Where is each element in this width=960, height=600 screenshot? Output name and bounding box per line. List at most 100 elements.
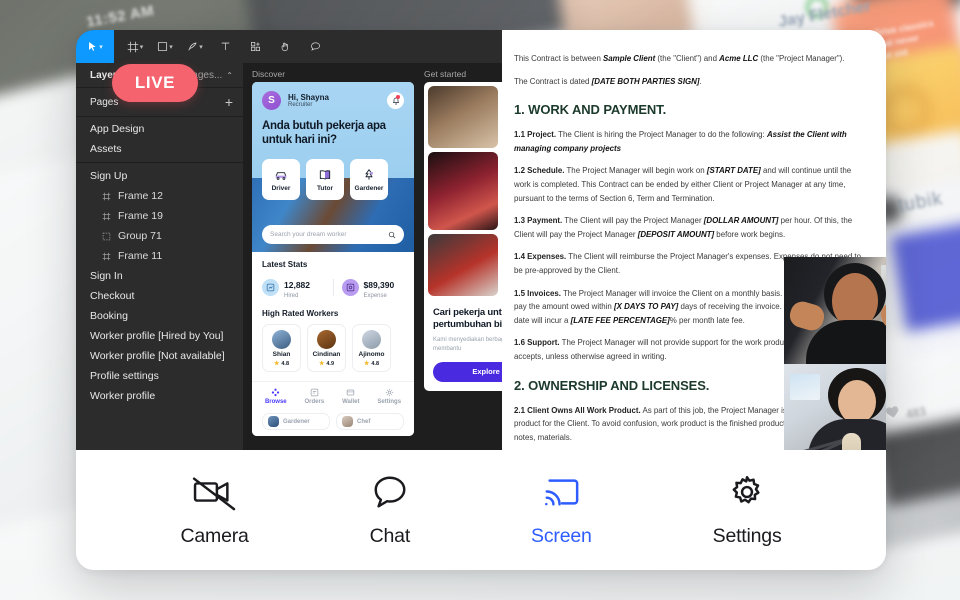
star-icon: ★	[273, 361, 280, 367]
chart-icon	[262, 278, 279, 296]
layer-label: Worker profile [Not available]	[90, 350, 225, 362]
get-started-card: Cari pekerja untuk pertumbuhan bisnis Ka…	[424, 300, 502, 391]
comment-tool-button[interactable]	[300, 30, 330, 63]
doc-intro-parties: This Contract is between Sample Client (…	[514, 54, 845, 63]
nav-label: Wallet	[342, 399, 360, 405]
layer-label: Booking	[90, 310, 128, 322]
worker-rating: ★ 4.9	[318, 360, 335, 368]
components-tool-button[interactable]	[240, 30, 270, 63]
stat-hired: 12,882 Hired	[262, 275, 325, 299]
mobile-mockup-get-started[interactable]: Cari pekerja untuk pertumbuhan bisnis Ka…	[424, 82, 502, 391]
list-item[interactable]: Frame 12	[76, 186, 243, 206]
page-name: Pages	[90, 96, 119, 108]
list-item[interactable]: Profile settings	[76, 366, 243, 386]
grid-image	[428, 86, 498, 148]
category-label: Driver	[271, 184, 291, 192]
layer-label: Frame 12	[118, 190, 163, 202]
avatar	[342, 416, 353, 427]
screen-share-button[interactable]: Screen	[531, 473, 592, 548]
nav-item-settings[interactable]: Settings	[377, 388, 401, 405]
list-item[interactable]: Booking	[76, 306, 243, 326]
search-input[interactable]: Search your dream worker	[262, 225, 404, 244]
list-item[interactable]: Gardener	[262, 413, 330, 430]
list-item[interactable]: Assets	[76, 139, 243, 159]
participant-tile-2[interactable]	[784, 364, 886, 450]
live-badge: LIVE	[112, 64, 198, 102]
avatar	[268, 416, 279, 427]
nav-item-orders[interactable]: Orders	[304, 388, 325, 405]
card-label: Chef	[357, 418, 371, 425]
stat-value: 12,882	[284, 280, 310, 290]
shape-tool-button[interactable]: ▾	[150, 30, 180, 63]
category-list[interactable]: Driver Tutor Gardener	[262, 159, 404, 201]
frame-get-started[interactable]: Get started Cari pekerja unt pertumbuhan…	[424, 69, 502, 450]
add-page-icon[interactable]: +	[225, 95, 233, 109]
category-label: Tutor	[316, 184, 334, 192]
frame-discover[interactable]: Discover S Hi, Shayna Recruiter Anda but…	[252, 69, 414, 450]
list-item[interactable]: Ajinomo ★ 4.8	[352, 324, 391, 372]
workers-list[interactable]: Shian ★ 4.8 Cindinan ★ 4.9 Ajinomo ★ 4.8	[262, 324, 404, 372]
list-item[interactable]: Group 71	[76, 226, 243, 246]
list-item[interactable]: Worker profile	[76, 386, 243, 406]
worker-rating: ★ 4.8	[273, 360, 290, 368]
gear-icon	[732, 475, 760, 503]
text-tool-button[interactable]	[210, 30, 240, 63]
list-item[interactable]: Frame 11	[76, 246, 243, 266]
search-placeholder: Search your dream worker	[270, 231, 347, 238]
chat-button[interactable]: Chat	[370, 473, 410, 548]
worker-name: Shian	[272, 351, 291, 358]
layer-label: Sign In	[90, 270, 123, 282]
chat-label: Chat	[369, 524, 411, 547]
avatar: S	[262, 91, 281, 110]
notification-bell-icon[interactable]	[387, 92, 404, 109]
nav-item-browse[interactable]: Browse	[265, 388, 287, 405]
layers-panel[interactable]: Layers Pages... ⌃ Pages + App Design Ass…	[76, 63, 244, 450]
category-gardener[interactable]: Gardener	[350, 159, 388, 201]
list-item[interactable]: Frame 19	[76, 206, 243, 226]
list-item[interactable]: Sign In	[76, 266, 243, 286]
stats-row: 12,882 Hired $89,390 Expense	[262, 275, 404, 299]
role-text: Recruiter	[288, 102, 313, 109]
layer-label: Worker profile [Hired by You]	[90, 330, 224, 342]
mockup-under-cards[interactable]: Gardener Chef	[252, 409, 414, 436]
doc-clause-1-1: 1.1 Project. The Client is hiring the Pr…	[514, 130, 847, 153]
stat-label: Hired	[284, 293, 299, 299]
frame-tool-button[interactable]: ▾	[120, 30, 150, 63]
frame-icon	[102, 212, 111, 220]
nav-label: Orders	[304, 399, 325, 405]
hand-tool-button[interactable]	[270, 30, 300, 63]
nav-item-wallet[interactable]: Wallet	[342, 388, 360, 405]
group-icon	[102, 232, 111, 240]
list-item[interactable]: Checkout	[76, 286, 243, 306]
camera-button[interactable]: Camera	[181, 473, 249, 548]
list-item[interactable]: Shian ★ 4.8	[262, 324, 301, 372]
search-icon[interactable]	[388, 231, 396, 239]
frame-icon	[102, 192, 111, 200]
avatar	[362, 330, 381, 349]
design-canvas[interactable]: Discover S Hi, Shayna Recruiter Anda but…	[244, 63, 502, 450]
category-tutor[interactable]: Tutor	[306, 159, 344, 201]
participant-tile-1[interactable]	[784, 257, 886, 364]
settings-button[interactable]: Settings	[713, 473, 782, 548]
notification-dot	[396, 95, 400, 99]
layers-list[interactable]: App Design Assets Sign Up Frame 12 Frame…	[76, 117, 243, 406]
greeting-text: Hi, Shayna	[288, 92, 329, 102]
list-item[interactable]: Sign Up	[76, 166, 243, 186]
explore-worker-button[interactable]: Explore Worker	[433, 361, 502, 382]
list-item[interactable]: Cindinan ★ 4.9	[307, 324, 346, 372]
layer-label: App Design	[90, 123, 145, 135]
mockup-bottom-nav[interactable]: Browse Orders Wallet Settings	[252, 381, 414, 409]
move-tool-button[interactable]: ▾	[76, 30, 114, 63]
pen-tool-button[interactable]: ▾	[180, 30, 210, 63]
mobile-mockup-discover[interactable]: S Hi, Shayna Recruiter Anda butuh pekerj…	[252, 82, 414, 436]
category-driver[interactable]: Driver	[262, 159, 300, 201]
settings-label: Settings	[712, 524, 782, 547]
nav-label: Browse	[264, 399, 287, 405]
list-item[interactable]: Worker profile [Not available]	[76, 346, 243, 366]
category-label: Gardener	[354, 184, 384, 192]
list-item[interactable]: Chef	[336, 413, 404, 430]
mockup-headline: Anda butuh pekerja apa untuk hari ini?	[262, 120, 386, 147]
list-item[interactable]: App Design	[76, 119, 243, 139]
frame-icon	[102, 252, 111, 260]
list-item[interactable]: Worker profile [Hired by You]	[76, 326, 243, 346]
